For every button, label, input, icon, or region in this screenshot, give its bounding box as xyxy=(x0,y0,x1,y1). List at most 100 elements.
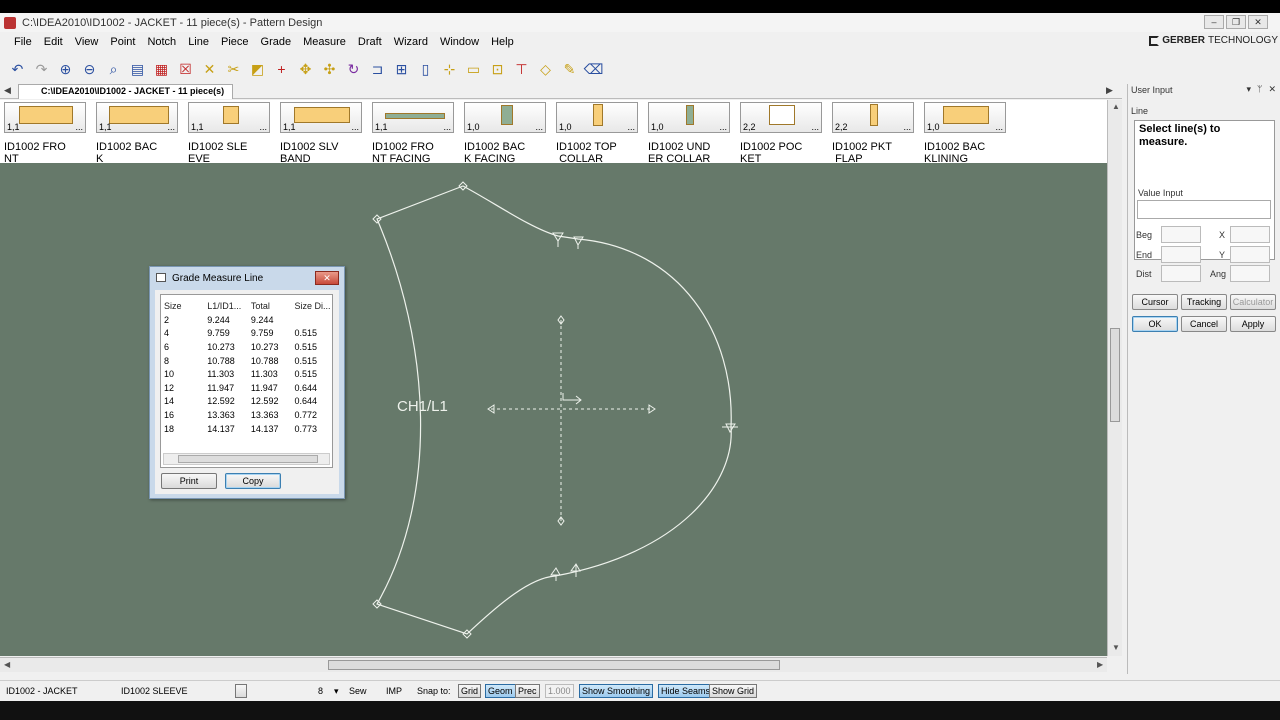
menu-line[interactable]: Line xyxy=(182,36,215,48)
panel-close-icon[interactable]: ✕ xyxy=(1268,84,1276,95)
table-row[interactable]: 10 11.303 11.303 0.515 xyxy=(164,367,332,381)
beg-field[interactable] xyxy=(1161,226,1201,243)
table-row[interactable]: 14 12.592 12.592 0.644 xyxy=(164,395,332,409)
column-l1[interactable]: L1/ID1... xyxy=(207,298,251,313)
piece-thumbnail[interactable]: 1,0... ID1002 BAC K FACING xyxy=(464,102,548,165)
piece-thumbnail[interactable]: 2,2... ID1002 PKT FLAP xyxy=(832,102,916,165)
menu-piece[interactable]: Piece xyxy=(215,36,255,48)
snap-grid-button[interactable]: Grid xyxy=(458,684,482,698)
piece-thumbnail-box[interactable]: 2,2... xyxy=(832,102,914,133)
zoom-window-icon[interactable]: ⌕ xyxy=(102,58,125,80)
piece-menu-icon[interactable]: ... xyxy=(535,122,543,132)
piece-thumbnail-box[interactable]: 1,1... xyxy=(372,102,454,133)
menu-draft[interactable]: Draft xyxy=(352,36,388,48)
show-smoothing-button[interactable]: Show Smoothing xyxy=(579,684,654,698)
menu-notch[interactable]: Notch xyxy=(141,36,182,48)
menu-help[interactable]: Help xyxy=(485,36,520,48)
sew-label[interactable]: Sew xyxy=(349,686,367,696)
cursor-button[interactable]: Cursor xyxy=(1132,294,1178,310)
piece-menu-icon[interactable]: ... xyxy=(811,122,819,132)
horizontal-scroll-thumb[interactable] xyxy=(328,660,780,670)
undo-icon[interactable]: ↶ xyxy=(6,58,29,80)
pin-icon[interactable]: ᛘ xyxy=(1257,84,1262,95)
menu-edit[interactable]: Edit xyxy=(38,36,69,48)
vertical-scroll-thumb[interactable] xyxy=(1110,328,1120,422)
wand-icon[interactable]: ✎ xyxy=(558,58,581,80)
piece-thumbnail-box[interactable]: 2,2... xyxy=(740,102,822,133)
list-horizontal-scrollbar[interactable] xyxy=(163,453,330,465)
piece-menu-icon[interactable]: ... xyxy=(627,122,635,132)
delete-points-icon[interactable]: ✕ xyxy=(198,58,221,80)
scissors-icon[interactable]: ✂ xyxy=(222,58,245,80)
scroll-up-icon[interactable]: ▲ xyxy=(1112,102,1120,111)
tee-icon[interactable]: ⊤ xyxy=(510,58,533,80)
plus-icon[interactable]: + xyxy=(270,58,293,80)
list-scroll-thumb[interactable] xyxy=(178,455,318,463)
snap-geom-button[interactable]: Geom xyxy=(485,684,516,698)
table-row[interactable]: 12 11.947 11.947 0.644 xyxy=(164,381,332,395)
precision-value[interactable]: 1.000 xyxy=(545,684,574,698)
tab-scroll-right-icon[interactable]: ▶ xyxy=(1106,85,1113,96)
piece-menu-icon[interactable]: ... xyxy=(903,122,911,132)
piece-menu-icon[interactable]: ... xyxy=(75,122,83,132)
horizontal-bar-icon[interactable]: ▭ xyxy=(462,58,485,80)
marker-icon[interactable]: ⊡ xyxy=(486,58,509,80)
hide-seams-button[interactable]: Hide Seams xyxy=(658,684,714,698)
menu-view[interactable]: View xyxy=(69,36,105,48)
menu-grade[interactable]: Grade xyxy=(255,36,298,48)
menu-wizard[interactable]: Wizard xyxy=(388,36,434,48)
piece-thumbnail-box[interactable]: 1,0... xyxy=(556,102,638,133)
copy-button[interactable]: Copy xyxy=(225,473,281,489)
piece-thumbnail-box[interactable]: 1,0... xyxy=(464,102,546,133)
menu-measure[interactable]: Measure xyxy=(297,36,352,48)
piece-thumbnail-box[interactable]: 1,0... xyxy=(924,102,1006,133)
scroll-left-icon[interactable]: ◀ xyxy=(4,660,10,669)
vertical-bar-icon[interactable]: ▯ xyxy=(414,58,437,80)
snap-prec-button[interactable]: Prec xyxy=(515,684,540,698)
piece-thumbnail[interactable]: 1,1... ID1002 BAC K xyxy=(96,102,180,165)
piece-icon[interactable]: ◩ xyxy=(246,58,269,80)
dialog-close-button[interactable]: ✕ xyxy=(315,271,339,285)
bracket-icon[interactable]: ⊐ xyxy=(366,58,389,80)
end-field[interactable] xyxy=(1161,246,1201,263)
delete-x-icon[interactable]: ☒ xyxy=(174,58,197,80)
tab-scroll-left-icon[interactable]: ◀ xyxy=(4,85,11,96)
print-button[interactable]: Print xyxy=(161,473,217,489)
piece-thumbnail[interactable]: 1,1... ID1002 FRO NT xyxy=(4,102,88,165)
x-field[interactable] xyxy=(1230,226,1270,243)
piece-thumbnail[interactable]: 1,0... ID1002 TOP COLLAR xyxy=(556,102,640,165)
add-point-2-icon[interactable]: ⊹ xyxy=(438,58,461,80)
eraser-icon[interactable]: ⌫ xyxy=(582,58,605,80)
piece-thumbnail-box[interactable]: 1,1... xyxy=(4,102,86,133)
piece-menu-icon[interactable]: ... xyxy=(259,122,267,132)
diamond-icon[interactable]: ◇ xyxy=(534,58,557,80)
column-size-diff[interactable]: Size Di... xyxy=(294,298,332,313)
zoom-out-icon[interactable]: ⊖ xyxy=(78,58,101,80)
add-point-icon[interactable]: ⊞ xyxy=(390,58,413,80)
move-icon[interactable]: ✥ xyxy=(294,58,317,80)
sheet-icon[interactable]: ▤ xyxy=(126,58,149,80)
minimize-button[interactable]: – xyxy=(1204,15,1224,29)
size-value[interactable]: 8 xyxy=(318,686,323,696)
table-row[interactable]: 18 14.137 14.137 0.773 xyxy=(164,422,332,436)
document-tab[interactable]: C:\IDEA2010\ID1002 - JACKET - 11 piece(s… xyxy=(18,84,234,99)
vertical-scrollbar[interactable]: ▲ ▼ xyxy=(1107,100,1122,656)
table-row[interactable]: 2 9.244 9.244 xyxy=(164,313,332,327)
scroll-right-icon[interactable]: ▶ xyxy=(1097,660,1103,669)
tracking-button[interactable]: Tracking xyxy=(1181,294,1227,310)
ang-field[interactable] xyxy=(1230,265,1270,282)
zoom-in-icon[interactable]: ⊕ xyxy=(54,58,77,80)
piece-thumbnail[interactable]: 1,0... ID1002 UND ER COLLAR xyxy=(648,102,732,165)
piece-thumbnail[interactable]: 2,2... ID1002 POC KET xyxy=(740,102,824,165)
dist-field[interactable] xyxy=(1161,265,1201,282)
piece-thumbnail-box[interactable]: 1,1... xyxy=(188,102,270,133)
piece-menu-icon[interactable]: ... xyxy=(167,122,175,132)
move-all-icon[interactable]: ✣ xyxy=(318,58,341,80)
cancel-button[interactable]: Cancel xyxy=(1181,316,1227,332)
panel-dropdown-icon[interactable]: ▾ xyxy=(1247,84,1252,95)
size-icon-button[interactable] xyxy=(235,684,247,698)
menu-file[interactable]: File xyxy=(8,36,38,48)
show-grid-button[interactable]: Show Grid xyxy=(709,684,758,698)
value-input-field[interactable] xyxy=(1137,200,1271,219)
table-row[interactable]: 16 13.363 13.363 0.772 xyxy=(164,408,332,422)
